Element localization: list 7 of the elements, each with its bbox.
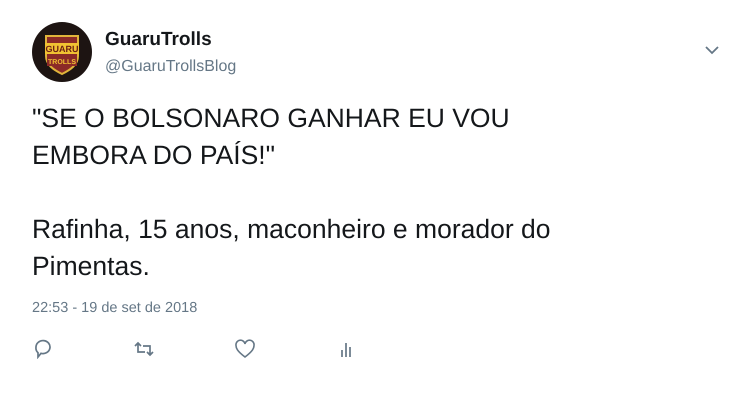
heart-icon[interactable]	[234, 338, 256, 359]
reply-icon[interactable]	[32, 338, 54, 359]
tweet-timestamp[interactable]: 22:53 - 19 de set de 2018	[32, 300, 198, 316]
author-name[interactable]: GuaruTrolls	[105, 29, 692, 51]
tweet-text: "SE O BOLSONARO GANHAR EU VOU EMBORA DO PAÍS!" Rafinha, 15 anos, maconheiro e morador do Pimentas.	[32, 102, 552, 283]
author-handle[interactable]: @GuaruTrollsBlog	[105, 57, 692, 77]
chevron-down-icon[interactable]	[705, 46, 719, 55]
